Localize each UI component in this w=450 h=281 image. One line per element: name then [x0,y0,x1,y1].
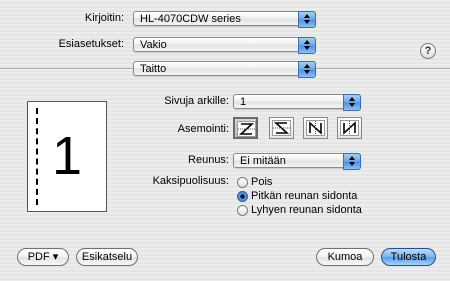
popup-arrows-icon [298,61,316,78]
help-button[interactable]: ? [420,43,436,59]
z-layout-icon [237,121,256,137]
printer-popup[interactable]: HL-4070CDW series [133,11,316,28]
n-layout-button[interactable] [337,117,362,139]
n-reverse-layout-button[interactable] [303,117,328,139]
popup-arrows-icon [298,11,316,28]
radio-long-edge[interactable] [237,191,248,202]
cancel-button[interactable]: Kumoa [316,248,374,266]
panel-value: Taitto [140,63,167,75]
reverse-z-layout-icon [272,120,291,136]
print-button[interactable]: Tulosta [381,248,436,266]
pdf-button[interactable]: PDF ▾ [17,248,69,266]
layout-direction-label: Asemointi: [177,123,229,135]
border-value: Ei mitään [240,155,286,167]
radio-short-edge[interactable] [237,205,248,216]
border-popup[interactable]: Ei mitään [233,153,361,170]
popup-arrows-icon [343,94,361,111]
radio-long-edge-label[interactable]: Pitkän reunan sidonta [251,190,357,203]
presets-value: Vakio [140,39,167,51]
panel-popup[interactable]: Taitto [133,61,316,78]
z-layout-button[interactable] [233,117,258,139]
page-preview: 1 [27,101,107,212]
pages-per-sheet-popup[interactable]: 1 [233,94,361,111]
printer-label: Kirjoitin: [84,12,124,24]
radio-off-label[interactable]: Pois [251,176,272,189]
preview-button[interactable]: Esikatselu [76,248,138,266]
printer-value: HL-4070CDW series [140,13,241,25]
pages-per-sheet-value: 1 [240,96,247,108]
radio-short-edge-label[interactable]: Lyhyen reunan sidonta [251,204,362,217]
border-label: Reunus: [188,154,229,166]
n-reverse-layout-icon [306,120,325,136]
n-layout-icon [340,120,359,136]
presets-popup[interactable]: Vakio [133,37,316,54]
reverse-z-layout-button[interactable] [269,117,294,139]
radio-off[interactable] [237,177,248,188]
pages-per-sheet-label: Sivuja arkille: [164,95,229,107]
presets-label: Esiasetukset: [58,38,124,50]
popup-arrows-icon [343,153,361,170]
popup-arrows-icon [298,37,316,54]
two-sided-label: Kaksipuolisuus: [152,175,229,187]
preview-page-number: 1 [51,126,83,186]
